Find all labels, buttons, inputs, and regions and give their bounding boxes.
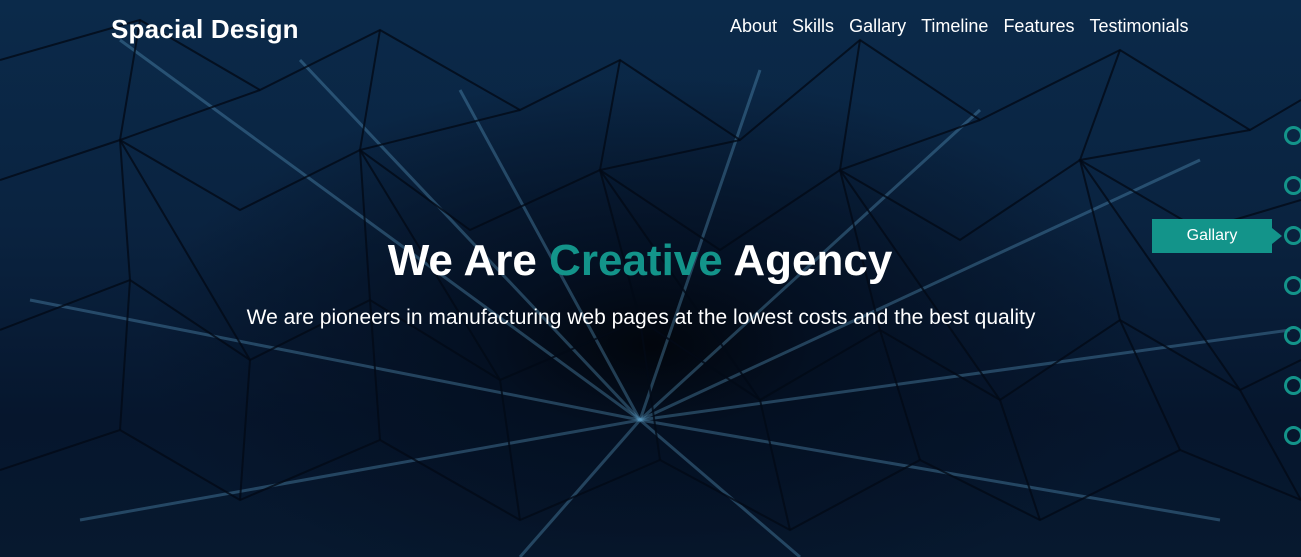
side-nav-bullet-1[interactable] [1284,126,1301,145]
side-nav-bullet-5[interactable] [1284,326,1301,345]
hero-title-accent: Creative [549,236,723,285]
side-nav-bullets [1284,126,1301,456]
nav-link-skills[interactable]: Skills [792,16,834,37]
nav-link-testimonials[interactable]: Testimonials [1089,16,1188,37]
nav-link-features[interactable]: Features [1003,16,1074,37]
nav-link-about[interactable]: About [730,16,777,37]
side-nav-tooltip: Gallary [1152,219,1282,253]
main-nav: About Skills Gallary Timeline Features T… [730,16,1189,37]
side-nav-bullet-2[interactable] [1284,176,1301,195]
side-nav-bullet-3[interactable] [1284,226,1301,245]
nav-link-timeline[interactable]: Timeline [921,16,988,37]
hero-title: We Are Creative Agency [0,236,1280,286]
nav-link-gallary[interactable]: Gallary [849,16,906,37]
hero-title-end: Agency [733,236,893,285]
site-header: Spacial Design About Skills Gallary Time… [0,0,1301,56]
side-nav-bullet-6[interactable] [1284,376,1301,395]
hero-title-start: We Are [387,236,537,285]
side-nav-bullet-4[interactable] [1284,276,1301,295]
hero-subtitle: We are pioneers in manufacturing web pag… [246,306,1036,329]
side-nav-bullet-7[interactable] [1284,426,1301,445]
site-logo[interactable]: Spacial Design [111,14,299,45]
